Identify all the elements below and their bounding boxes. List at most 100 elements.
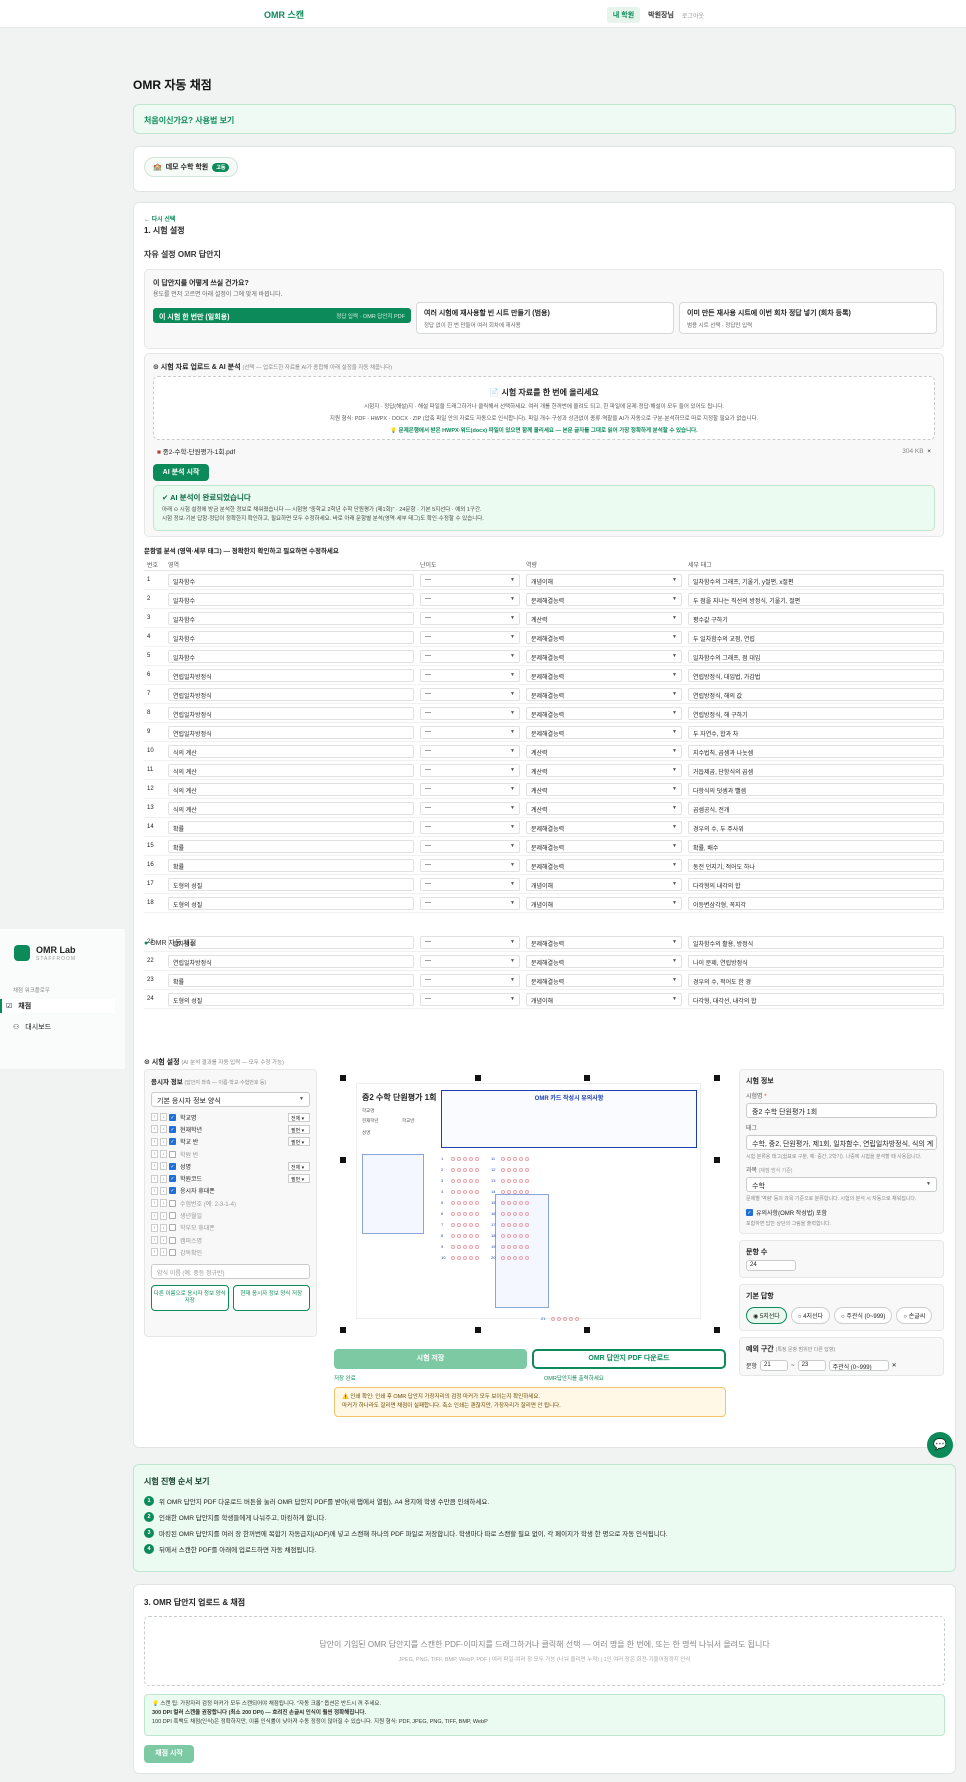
tags-input[interactable]: 경우의 수, 적어도 한 경: [688, 973, 944, 987]
area-input[interactable]: 식의 계산: [168, 782, 414, 796]
competency-select[interactable]: 문제해결능력 ▼: [526, 687, 682, 701]
difficulty-select[interactable]: — ▼: [420, 763, 520, 777]
checkbox-icon[interactable]: [169, 1150, 176, 1158]
logout-link[interactable]: 로그아웃: [682, 11, 704, 20]
tags-input[interactable]: 일차함수의 그래프, 기울기, y절편, x절편: [688, 573, 944, 587]
area-input[interactable]: 식의 계산: [168, 744, 414, 758]
tags-input[interactable]: 지수법칙, 곱셈과 나눗셈: [688, 744, 944, 758]
competency-select[interactable]: 계산력 ▼: [526, 763, 682, 777]
tags-input[interactable]: 확률, 배수: [688, 839, 944, 853]
tags-input[interactable]: 연립방정식, 대입법, 가감법: [688, 668, 944, 682]
tag-input[interactable]: 수학, 중2, 단원평가, 제1회, 일차함수, 연립일차방정식, 식의 계: [746, 1135, 937, 1150]
radio-4-choice[interactable]: ○ 4지선다: [790, 1307, 831, 1324]
area-input[interactable]: 연립일차방정식: [168, 687, 414, 701]
area-input[interactable]: 일차함수: [168, 592, 414, 606]
field-mode-select[interactable]: 필번 ▾: [288, 1174, 310, 1184]
move-up-icon[interactable]: ↑: [151, 1236, 158, 1245]
exam-name-input[interactable]: 중2 수학 단원평가 1회: [746, 1103, 937, 1118]
tags-input[interactable]: 거듭제곱, 단항식의 곱셈: [688, 763, 944, 777]
move-up-icon[interactable]: ↑: [151, 1150, 158, 1159]
radio-handwriting[interactable]: ○ 손글씨: [896, 1307, 933, 1324]
radio-short-answer[interactable]: ○ 주관식 (0~999): [834, 1307, 893, 1324]
start-grading-button[interactable]: 채점 시작: [144, 1745, 194, 1763]
difficulty-select[interactable]: — ▼: [420, 630, 520, 644]
checkbox-icon[interactable]: ✓: [169, 1187, 176, 1195]
area-input[interactable]: 도형의 성질: [168, 877, 414, 891]
competency-select[interactable]: 문제해결능력 ▼: [526, 820, 682, 834]
move-down-icon[interactable]: ↓: [160, 1211, 167, 1220]
back-link[interactable]: ← 다시 선택: [144, 214, 175, 223]
checkbox-icon[interactable]: ✓: [169, 1113, 176, 1121]
difficulty-select[interactable]: — ▼: [420, 744, 520, 758]
tags-input[interactable]: 두 일차함수의 교점, 연립: [688, 630, 944, 644]
brand-logo[interactable]: OMR 스캔: [264, 8, 304, 21]
move-up-icon[interactable]: ↑: [151, 1223, 158, 1232]
area-input[interactable]: 확률: [168, 858, 414, 872]
tags-input[interactable]: 두 점을 지나는 직선의 방정식, 기울기, 절편: [688, 592, 944, 606]
checkbox-icon[interactable]: ✓: [169, 1162, 176, 1170]
move-up-icon[interactable]: ↑: [151, 1186, 158, 1195]
competency-select[interactable]: 개념이해 ▼: [526, 573, 682, 587]
checkbox-icon[interactable]: [169, 1236, 176, 1244]
move-up-icon[interactable]: ↑: [151, 1211, 158, 1220]
area-input[interactable]: 식의 계산: [168, 763, 414, 777]
area-input[interactable]: 연립일차방정식: [168, 668, 414, 682]
move-up-icon[interactable]: ↑: [151, 1162, 158, 1171]
difficulty-select[interactable]: — ▼: [420, 877, 520, 891]
checkbox-icon[interactable]: ✓: [169, 1138, 176, 1146]
move-down-icon[interactable]: ↓: [160, 1137, 167, 1146]
tags-input[interactable]: 일차함수의 활용, 방정식: [688, 935, 944, 949]
applicant-preset-select[interactable]: 기본 응시자 정보 양식 ▼: [151, 1092, 310, 1107]
move-up-icon[interactable]: ↑: [151, 1125, 158, 1134]
competency-select[interactable]: 문제해결능력 ▼: [526, 649, 682, 663]
exception-to-input[interactable]: 23: [797, 1360, 826, 1371]
competency-select[interactable]: 문제해결능력 ▼: [526, 725, 682, 739]
area-input[interactable]: 연립일차방정식: [168, 725, 414, 739]
difficulty-select[interactable]: — ▼: [420, 935, 520, 949]
area-input[interactable]: 도형의 성질: [168, 896, 414, 910]
difficulty-select[interactable]: — ▼: [420, 573, 520, 587]
difficulty-select[interactable]: — ▼: [420, 611, 520, 625]
ai-analyze-button[interactable]: AI 분석 시작: [153, 464, 209, 481]
nav-my-academy[interactable]: 내 학원: [606, 7, 641, 23]
field-mode-select[interactable]: 필번 ▾: [288, 1124, 310, 1134]
area-input[interactable]: 일차함수: [168, 649, 414, 663]
checkbox-icon[interactable]: ✓: [169, 1125, 176, 1133]
option-reusable[interactable]: 여러 시험에 재사용할 빈 시트 만들기 (범용) 정답 없이 한 번 만들어 …: [416, 302, 674, 334]
option-one-time[interactable]: 이 시험 한 번만 (일회용) 정답 입력 · OMR 답안지 PDF: [153, 308, 411, 323]
tags-input[interactable]: 다항식의 덧셈과 뺄셈: [688, 782, 944, 796]
checkbox-icon[interactable]: [169, 1224, 176, 1232]
difficulty-select[interactable]: — ▼: [420, 992, 520, 1006]
sidebar-item-grading[interactable]: ☑ 채점: [0, 999, 115, 1013]
move-down-icon[interactable]: ↓: [160, 1113, 167, 1122]
area-input[interactable]: 일차함수: [168, 935, 414, 949]
tags-input[interactable]: 일차함수의 그래프, 점 대입: [688, 649, 944, 663]
competency-select[interactable]: 문제해결능력 ▼: [526, 668, 682, 682]
move-up-icon[interactable]: ↑: [151, 1174, 158, 1183]
save-as-preset-button[interactable]: 다른 이름으로 응시자 정보 양식 저장: [151, 1284, 229, 1311]
exception-type-select[interactable]: 주관식 (0~999): [828, 1360, 889, 1371]
tags-input[interactable]: 경우의 수, 두 주사위: [688, 820, 944, 834]
update-preset-button[interactable]: 현재 응시자 정보 양식 저장: [232, 1284, 310, 1311]
competency-select[interactable]: 문제해결능력 ▼: [526, 858, 682, 872]
move-up-icon[interactable]: ↑: [151, 1137, 158, 1146]
competency-select[interactable]: 문제해결능력 ▼: [526, 706, 682, 720]
tags-input[interactable]: 두 자연수, 합과 차: [688, 725, 944, 739]
area-input[interactable]: 연립일차방정식: [168, 954, 414, 968]
competency-select[interactable]: 개념이해 ▼: [526, 896, 682, 910]
area-input[interactable]: 확률: [168, 973, 414, 987]
move-down-icon[interactable]: ↓: [160, 1186, 167, 1195]
question-count-input[interactable]: 24: [746, 1260, 796, 1271]
difficulty-select[interactable]: — ▼: [420, 896, 520, 910]
competency-select[interactable]: 문제해결능력 ▼: [526, 592, 682, 606]
competency-select[interactable]: 개념이해 ▼: [526, 992, 682, 1006]
area-input[interactable]: 확률: [168, 820, 414, 834]
tags-input[interactable]: 곱셈공식, 전개: [688, 801, 944, 815]
competency-select[interactable]: 계산력 ▼: [526, 801, 682, 815]
remove-file-icon[interactable]: ×: [927, 448, 931, 455]
tags-input[interactable]: 다각형의 내각의 합: [688, 877, 944, 891]
difficulty-select[interactable]: — ▼: [420, 839, 520, 853]
move-down-icon[interactable]: ↓: [160, 1199, 167, 1208]
competency-select[interactable]: 계산력 ▼: [526, 611, 682, 625]
sidebar-item-dashboard[interactable]: ⚇ 대시보드: [13, 1020, 113, 1034]
